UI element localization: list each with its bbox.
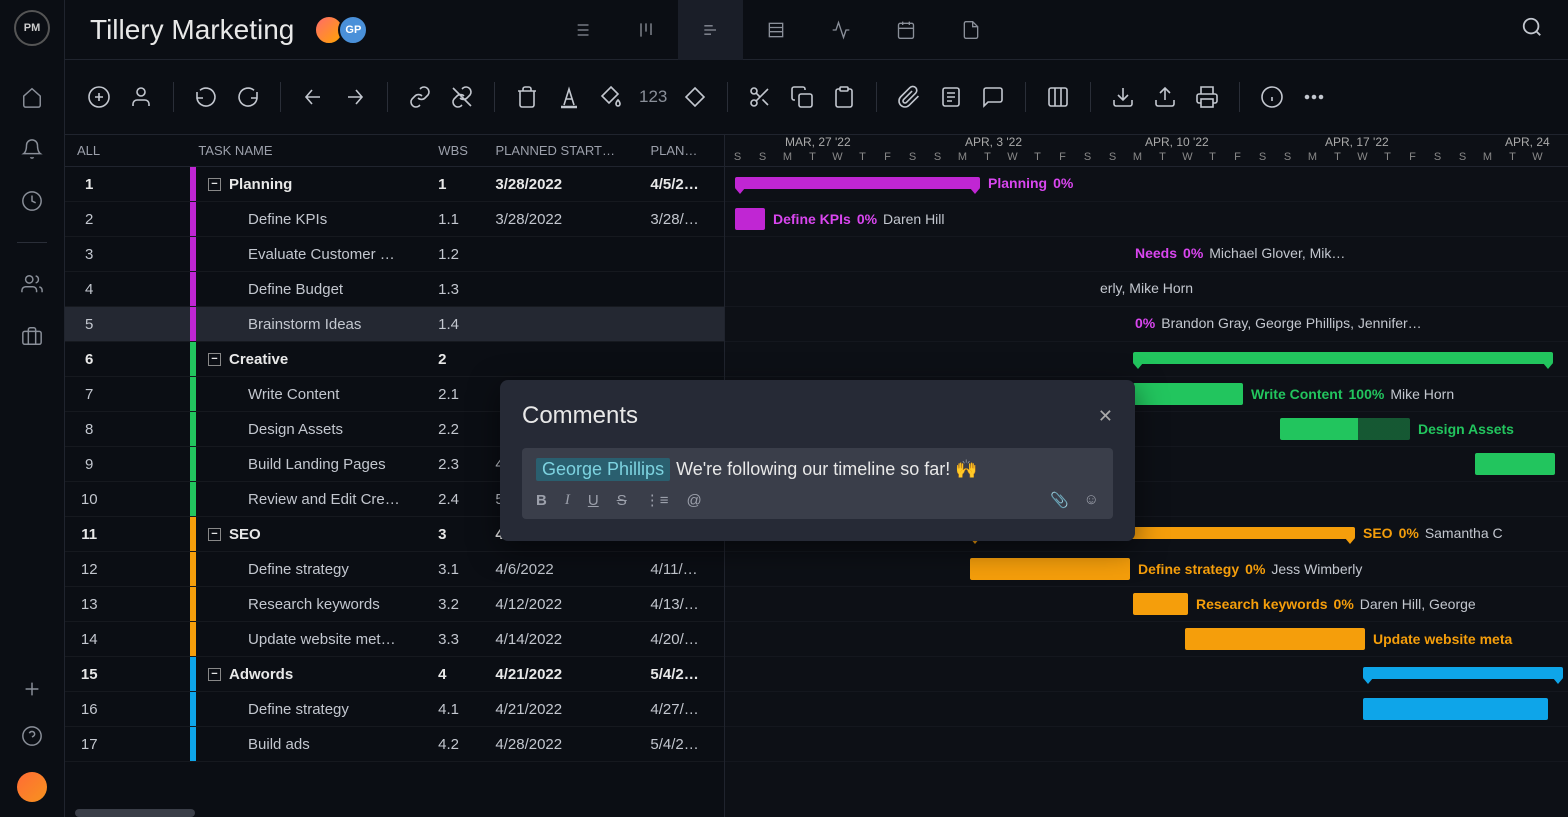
table-row[interactable]: 3 Evaluate Customer … 1.2 <box>65 237 724 272</box>
delete-icon[interactable] <box>513 83 541 111</box>
user-avatar[interactable] <box>17 772 47 802</box>
diamond-icon[interactable] <box>681 83 709 111</box>
view-board[interactable] <box>613 0 678 60</box>
app-logo[interactable]: PM <box>14 10 50 46</box>
columns-icon[interactable] <box>1044 83 1072 111</box>
paste-icon[interactable] <box>830 83 858 111</box>
add-icon[interactable] <box>85 83 113 111</box>
undo-icon[interactable] <box>192 83 220 111</box>
view-list[interactable] <box>548 0 613 60</box>
avatar-2[interactable]: GP <box>338 15 368 45</box>
table-row[interactable]: 5 Brainstorm Ideas 1.4 <box>65 307 724 342</box>
toolbar: 123 <box>65 60 1568 135</box>
comment-input[interactable]: George Phillips We're following our time… <box>522 448 1113 519</box>
table-row[interactable]: 13 Research keywords 3.2 4/12/2022 4/13/… <box>65 587 724 622</box>
left-sidebar: PM <box>0 0 65 817</box>
underline-icon[interactable]: U <box>588 492 599 509</box>
project-title: Tillery Marketing <box>90 14 294 46</box>
bold-icon[interactable]: B <box>536 492 547 509</box>
list-format-icon[interactable]: ⋮≡ <box>645 491 669 509</box>
cut-icon[interactable] <box>746 83 774 111</box>
indent-icon[interactable] <box>341 83 369 111</box>
table-row[interactable]: 2 Define KPIs 1.1 3/28/2022 3/28/… <box>65 202 724 237</box>
scrollbar-horizontal[interactable] <box>75 809 195 817</box>
print-icon[interactable] <box>1193 83 1221 111</box>
col-start[interactable]: PLANNED START… <box>492 135 647 166</box>
emoji-icon[interactable]: ☺ <box>1084 491 1099 509</box>
col-end[interactable]: PLAN… <box>646 135 724 166</box>
clock-icon[interactable] <box>21 190 43 212</box>
link-icon[interactable] <box>406 83 434 111</box>
redo-icon[interactable] <box>234 83 262 111</box>
mention-icon[interactable]: @ <box>686 492 701 509</box>
table-row[interactable]: 1 −Planning 1 3/28/2022 4/5/2… <box>65 167 724 202</box>
briefcase-icon[interactable] <box>21 325 43 347</box>
comment-icon[interactable] <box>979 83 1007 111</box>
header: Tillery Marketing GP <box>65 0 1568 60</box>
assign-icon[interactable] <box>127 83 155 111</box>
more-icon[interactable] <box>1300 83 1328 111</box>
view-files[interactable] <box>938 0 1003 60</box>
text-color-icon[interactable] <box>555 83 583 111</box>
avatar-group[interactable]: GP <box>314 15 368 45</box>
number-tool[interactable]: 123 <box>639 87 667 107</box>
strike-icon[interactable]: S <box>617 492 627 509</box>
table-row[interactable]: 14 Update website met… 3.3 4/14/2022 4/2… <box>65 622 724 657</box>
comments-title: Comments <box>522 402 638 430</box>
plus-icon[interactable] <box>21 678 43 700</box>
unlink-icon[interactable] <box>448 83 476 111</box>
info-icon[interactable] <box>1258 83 1286 111</box>
home-icon[interactable] <box>21 86 43 108</box>
italic-icon[interactable]: I <box>565 492 570 509</box>
table-row[interactable]: 17 Build ads 4.2 4/28/2022 5/4/2… <box>65 727 724 762</box>
copy-icon[interactable] <box>788 83 816 111</box>
search-icon[interactable] <box>1521 16 1543 43</box>
view-activity[interactable] <box>808 0 873 60</box>
export-icon[interactable] <box>1151 83 1179 111</box>
table-row[interactable]: 12 Define strategy 3.1 4/6/2022 4/11/… <box>65 552 724 587</box>
mention-chip[interactable]: George Phillips <box>536 458 670 481</box>
view-sheet[interactable] <box>743 0 808 60</box>
attach-icon[interactable]: 📎 <box>1050 491 1069 509</box>
col-all[interactable]: ALL <box>65 135 114 166</box>
table-row[interactable]: 6 −Creative 2 <box>65 342 724 377</box>
close-icon[interactable]: ✕ <box>1098 406 1113 427</box>
note-icon[interactable] <box>937 83 965 111</box>
table-row[interactable]: 15 −Adwords 4 4/21/2022 5/4/2… <box>65 657 724 692</box>
view-gantt[interactable] <box>678 0 743 60</box>
import-icon[interactable] <box>1109 83 1137 111</box>
bell-icon[interactable] <box>21 138 43 160</box>
table-row[interactable]: 16 Define strategy 4.1 4/21/2022 4/27/… <box>65 692 724 727</box>
view-calendar[interactable] <box>873 0 938 60</box>
outdent-icon[interactable] <box>299 83 327 111</box>
comment-text: We're following our timeline so far! 🙌 <box>676 459 978 480</box>
table-row[interactable]: 4 Define Budget 1.3 <box>65 272 724 307</box>
fill-icon[interactable] <box>597 83 625 111</box>
col-taskname[interactable]: TASK NAME <box>186 135 438 166</box>
team-icon[interactable] <box>21 273 43 295</box>
col-wbs[interactable]: WBS <box>438 135 491 166</box>
attachment-icon[interactable] <box>895 83 923 111</box>
help-icon[interactable] <box>21 725 43 747</box>
comments-panel: Comments ✕ George Phillips We're followi… <box>500 380 1135 541</box>
